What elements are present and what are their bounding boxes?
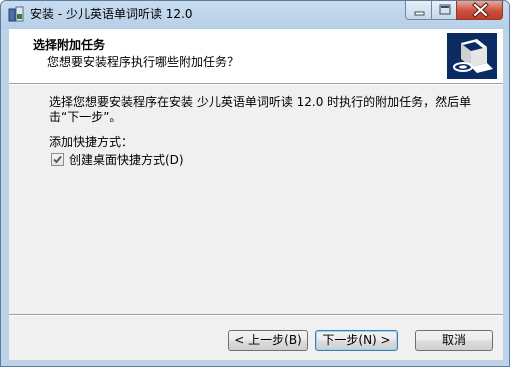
minimize-icon — [414, 11, 425, 16]
close-icon — [472, 2, 489, 18]
checkmark-icon — [53, 155, 62, 163]
close-button[interactable] — [456, 1, 503, 20]
desktop-shortcut-option[interactable]: 创建桌面快捷方式(D) — [51, 151, 184, 167]
desktop-shortcut-label[interactable]: 创建桌面快捷方式(D) — [69, 151, 184, 168]
minimize-button[interactable] — [405, 1, 432, 20]
window-title: 安装 - 少儿英语单词听读 12.0 — [30, 7, 193, 21]
installer-app-icon — [8, 6, 24, 23]
cancel-button[interactable]: 取消 — [415, 330, 493, 351]
wizard-header: 选择附加任务 您想要安装程序执行哪些附加任务？ — [9, 29, 503, 83]
next-button[interactable]: 下一步(N) > — [315, 330, 398, 351]
maximize-icon — [439, 4, 451, 15]
maximize-button[interactable] — [431, 1, 457, 20]
installer-window: 安装 - 少儿英语单词听读 12.0 选择附加任务 您想要安装程序执行哪些附加任… — [0, 0, 510, 367]
installer-box-icon — [447, 33, 497, 79]
task-description: 选择您想要安装程序在安装 少儿英语单词听读 12.0 时执行的附加任务，然后单击… — [49, 95, 472, 124]
back-button[interactable]: < 上一步(B) — [228, 330, 308, 351]
page-title: 选择附加任务 — [33, 38, 106, 52]
footer-divider — [9, 314, 503, 316]
header-divider — [9, 83, 503, 85]
desktop-shortcut-checkbox[interactable] — [51, 152, 64, 166]
shortcut-group-label: 添加快捷方式： — [49, 135, 134, 149]
wizard-client-area: 选择附加任务 您想要安装程序执行哪些附加任务？ 选择您想要安装程序在安装 少儿英… — [9, 29, 503, 360]
page-subtitle: 您想要安装程序执行哪些附加任务？ — [47, 55, 240, 69]
title-bar[interactable]: 安装 - 少儿英语单词听读 12.0 — [1, 1, 509, 29]
